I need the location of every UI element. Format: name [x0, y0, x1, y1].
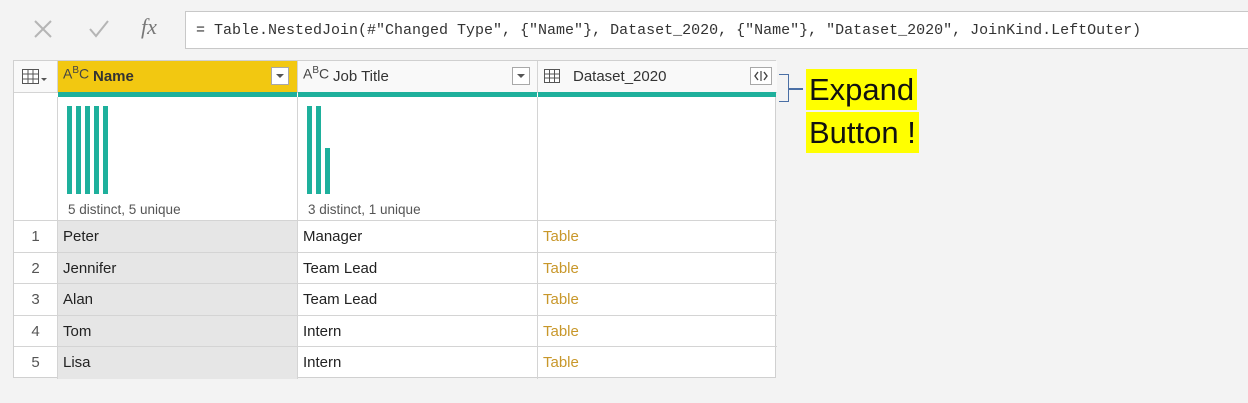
- table-row[interactable]: 4 Tom Intern Table: [14, 315, 777, 348]
- column-name-label: Name: [93, 68, 134, 85]
- column-name-label: Dataset_2020: [573, 68, 667, 85]
- cell-job-title[interactable]: Intern: [298, 315, 538, 348]
- table-menu-button[interactable]: [14, 61, 58, 93]
- table-icon: [22, 69, 47, 84]
- distribution-bar: [94, 106, 99, 194]
- column-distribution-name[interactable]: 5 distinct, 5 unique: [58, 97, 298, 221]
- expand-icon[interactable]: [750, 67, 772, 85]
- cell-table-link[interactable]: Table: [538, 253, 777, 285]
- check-icon[interactable]: [86, 16, 112, 42]
- column-distribution-job-title[interactable]: 3 distinct, 1 unique: [298, 97, 538, 221]
- distribution-bar: [103, 106, 108, 194]
- column-header-job-title[interactable]: ABC Job Title: [298, 61, 538, 93]
- column-name-label: Job Title: [333, 68, 389, 85]
- cell-name[interactable]: Tom: [58, 315, 298, 348]
- data-grid: ABC Name ABC Job Title Dataset_2020 5 di…: [13, 60, 777, 379]
- row-number: 5: [14, 347, 58, 379]
- cell-name[interactable]: Peter: [58, 221, 298, 253]
- close-icon[interactable]: [30, 16, 56, 42]
- cell-job-title[interactable]: Manager: [298, 221, 538, 253]
- cell-table-link[interactable]: Table: [538, 221, 777, 253]
- row-number: 4: [14, 315, 58, 348]
- table-row[interactable]: 5 Lisa Intern Table: [14, 347, 777, 379]
- distribution-bar: [76, 106, 81, 194]
- formula-input[interactable]: = Table.NestedJoin(#"Changed Type", {"Na…: [185, 11, 1248, 49]
- distribution-bar: [316, 106, 321, 194]
- table-row[interactable]: 2 Jennifer Team Lead Table: [14, 252, 777, 285]
- distribution-bar: [307, 106, 312, 194]
- cell-name[interactable]: Alan: [58, 284, 298, 316]
- table-type-icon[interactable]: [544, 69, 560, 83]
- cell-job-title[interactable]: Team Lead: [298, 284, 538, 316]
- annotation-bracket: [779, 74, 789, 102]
- fx-icon[interactable]: fx: [136, 14, 162, 40]
- text-type-icon[interactable]: ABC: [63, 65, 89, 82]
- row-number: 3: [14, 284, 58, 316]
- chevron-down-icon[interactable]: [271, 67, 289, 85]
- column-profile-text: 3 distinct, 1 unique: [308, 202, 421, 217]
- row-number: 2: [14, 252, 58, 285]
- annotation-pointer: [789, 88, 803, 90]
- cell-job-title[interactable]: Team Lead: [298, 252, 538, 285]
- cell-table-link[interactable]: Table: [538, 347, 777, 379]
- cell-name[interactable]: Jennifer: [58, 252, 298, 285]
- annotation-text-line2: Button !: [806, 112, 919, 153]
- table-row[interactable]: 1 Peter Manager Table: [14, 221, 777, 253]
- formula-bar: fx = Table.NestedJoin(#"Changed Type", {…: [0, 0, 1248, 58]
- text-type-icon[interactable]: ABC: [303, 65, 329, 82]
- row-number: 1: [14, 221, 58, 253]
- cell-name[interactable]: Lisa: [58, 347, 298, 379]
- table-row[interactable]: 3 Alan Team Lead Table: [14, 284, 777, 316]
- distribution-bar: [67, 106, 72, 194]
- annotation-text-line1: Expand: [806, 69, 918, 110]
- distribution-bar: [85, 106, 90, 194]
- column-distribution-dataset-2020: [538, 97, 777, 221]
- cell-table-link[interactable]: Table: [538, 316, 777, 348]
- chevron-down-icon[interactable]: [512, 67, 530, 85]
- column-profile-text: 5 distinct, 5 unique: [68, 202, 181, 217]
- cell-job-title[interactable]: Intern: [298, 347, 538, 379]
- cell-table-link[interactable]: Table: [538, 284, 777, 316]
- distribution-bar: [325, 148, 330, 194]
- profile-row-header: [14, 97, 58, 221]
- column-header-name[interactable]: ABC Name: [58, 61, 298, 93]
- column-header-dataset-2020[interactable]: Dataset_2020: [538, 61, 777, 93]
